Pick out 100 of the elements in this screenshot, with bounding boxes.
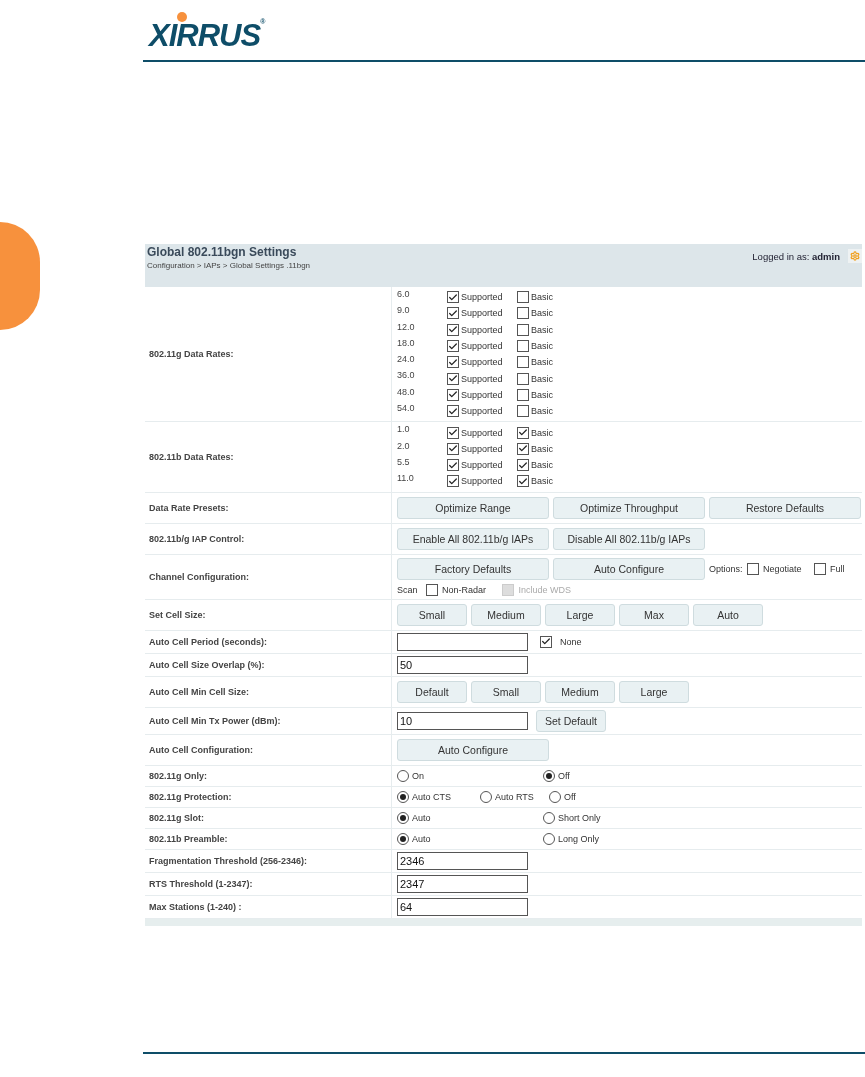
scan-label: Scan xyxy=(397,584,418,595)
checkbox-label: Non-Radar xyxy=(441,584,487,595)
action-button[interactable]: Small xyxy=(471,680,541,703)
checkbox-label: Supported xyxy=(461,427,503,438)
action-button[interactable]: Optimize Range xyxy=(397,496,549,519)
checkbox-label: Basic xyxy=(531,443,553,454)
radio-button[interactable] xyxy=(397,811,409,824)
checkbox[interactable] xyxy=(447,442,459,455)
text-field[interactable]: 64 xyxy=(397,897,528,916)
checkbox-label: Basic xyxy=(531,476,553,487)
checkbox[interactable] xyxy=(517,291,529,304)
setting-label: 802.11b Data Rates: xyxy=(148,451,235,462)
setting-label: 802.11g Protection: xyxy=(148,791,233,802)
setting-label: 802.11g Slot: xyxy=(148,812,206,823)
checkbox[interactable] xyxy=(447,356,459,369)
checkbox[interactable] xyxy=(447,405,459,418)
action-button[interactable]: Medium xyxy=(471,603,541,626)
action-button[interactable]: Disable All 802.11b/g IAPs xyxy=(553,527,705,550)
setting-label: 802.11g Data Rates: xyxy=(148,349,235,360)
checkbox[interactable] xyxy=(447,291,459,304)
checkbox-label: Supported xyxy=(461,357,503,368)
checkbox[interactable] xyxy=(517,372,529,385)
text-field[interactable]: 2346 xyxy=(397,851,528,870)
checkbox[interactable] xyxy=(447,323,459,336)
rate-value: 1.0 xyxy=(397,424,411,435)
checkbox-label: Supported xyxy=(461,308,503,319)
checkbox-label: Basic xyxy=(531,357,553,368)
radio-label: Auto xyxy=(412,812,431,823)
action-button[interactable]: Set Default xyxy=(536,709,606,732)
checkbox[interactable] xyxy=(517,405,529,418)
text-field[interactable] xyxy=(397,632,528,651)
checkbox[interactable] xyxy=(517,442,529,455)
checkbox-label: Basic xyxy=(531,373,553,384)
rate-value: 12.0 xyxy=(397,321,416,332)
action-button[interactable]: Auto xyxy=(693,603,763,626)
checkbox[interactable] xyxy=(447,372,459,385)
radio-button[interactable] xyxy=(543,832,555,845)
checkbox[interactable] xyxy=(813,562,826,575)
setting-label: Auto Cell Min Tx Power (dBm): xyxy=(148,715,282,726)
text-field[interactable]: 2347 xyxy=(397,874,528,893)
action-button[interactable]: Restore Defaults xyxy=(709,496,861,519)
radio-button[interactable] xyxy=(543,769,555,782)
checkbox-label: Basic xyxy=(531,324,553,335)
checkbox[interactable] xyxy=(517,459,529,472)
checkbox[interactable] xyxy=(517,356,529,369)
radio-button[interactable] xyxy=(397,769,409,782)
logo: XIRRUS$^{®}$ xyxy=(149,18,265,53)
action-button[interactable]: Large xyxy=(545,603,615,626)
text-field[interactable]: 10 xyxy=(397,711,528,730)
checkbox-label: Basic xyxy=(531,427,553,438)
action-button[interactable]: Optimize Throughput xyxy=(553,496,705,519)
action-button[interactable]: Medium xyxy=(545,680,615,703)
checkbox[interactable] xyxy=(447,426,459,439)
checkbox[interactable] xyxy=(447,475,459,488)
checkbox-label: Supported xyxy=(461,292,503,303)
radio-button[interactable] xyxy=(543,811,555,824)
rate-value: 6.0 xyxy=(397,289,411,299)
radio-label: Off xyxy=(558,770,570,781)
setting-label: Auto Cell Configuration: xyxy=(148,744,254,755)
options-label: Options: xyxy=(709,563,743,574)
action-button[interactable]: Small xyxy=(397,603,467,626)
action-button[interactable]: Large xyxy=(619,680,689,703)
setting-label: 802.11b Preamble: xyxy=(148,833,229,844)
checkbox[interactable] xyxy=(447,459,459,472)
checkbox[interactable] xyxy=(746,562,759,575)
checkbox[interactable] xyxy=(517,388,529,401)
checkbox[interactable] xyxy=(517,307,529,320)
rate-value: 54.0 xyxy=(397,403,416,414)
checkbox[interactable] xyxy=(517,323,529,336)
setting-label: Auto Cell Min Cell Size: xyxy=(148,686,250,697)
logged-in-text: Logged in as: admin xyxy=(752,251,840,262)
checkbox-label: Basic xyxy=(531,406,553,417)
text-field[interactable]: 50 xyxy=(397,655,528,674)
action-button[interactable]: Default xyxy=(397,680,467,703)
checkbox-label: Full xyxy=(829,563,845,574)
checkbox[interactable] xyxy=(447,388,459,401)
checkbox[interactable] xyxy=(447,340,459,353)
rate-value: 18.0 xyxy=(397,337,416,348)
setting-label: 802.11g Only: xyxy=(148,770,209,781)
radio-button[interactable] xyxy=(480,790,492,803)
action-button[interactable]: Enable All 802.11b/g IAPs xyxy=(397,527,549,550)
action-button[interactable]: Auto Configure xyxy=(553,557,705,580)
checkbox[interactable] xyxy=(517,475,529,488)
checkbox[interactable] xyxy=(425,583,438,596)
checkbox[interactable] xyxy=(517,426,529,439)
action-button[interactable]: Max xyxy=(619,603,689,626)
radio-label: Short Only xyxy=(558,812,601,823)
radio-button[interactable] xyxy=(397,832,409,845)
checkbox-label: Basic xyxy=(531,292,553,303)
radio-button[interactable] xyxy=(549,790,561,803)
checkbox-label: Basic xyxy=(531,389,553,400)
action-button[interactable]: Auto Configure xyxy=(397,738,549,761)
radio-button[interactable] xyxy=(397,790,409,803)
rate-value: 24.0 xyxy=(397,354,416,365)
checkbox[interactable] xyxy=(540,635,552,648)
setting-label: Channel Configuration: xyxy=(148,571,250,582)
checkbox[interactable] xyxy=(517,340,529,353)
checkbox[interactable] xyxy=(447,307,459,320)
radio-label: Off xyxy=(564,791,576,802)
action-button[interactable]: Factory Defaults xyxy=(397,557,549,580)
